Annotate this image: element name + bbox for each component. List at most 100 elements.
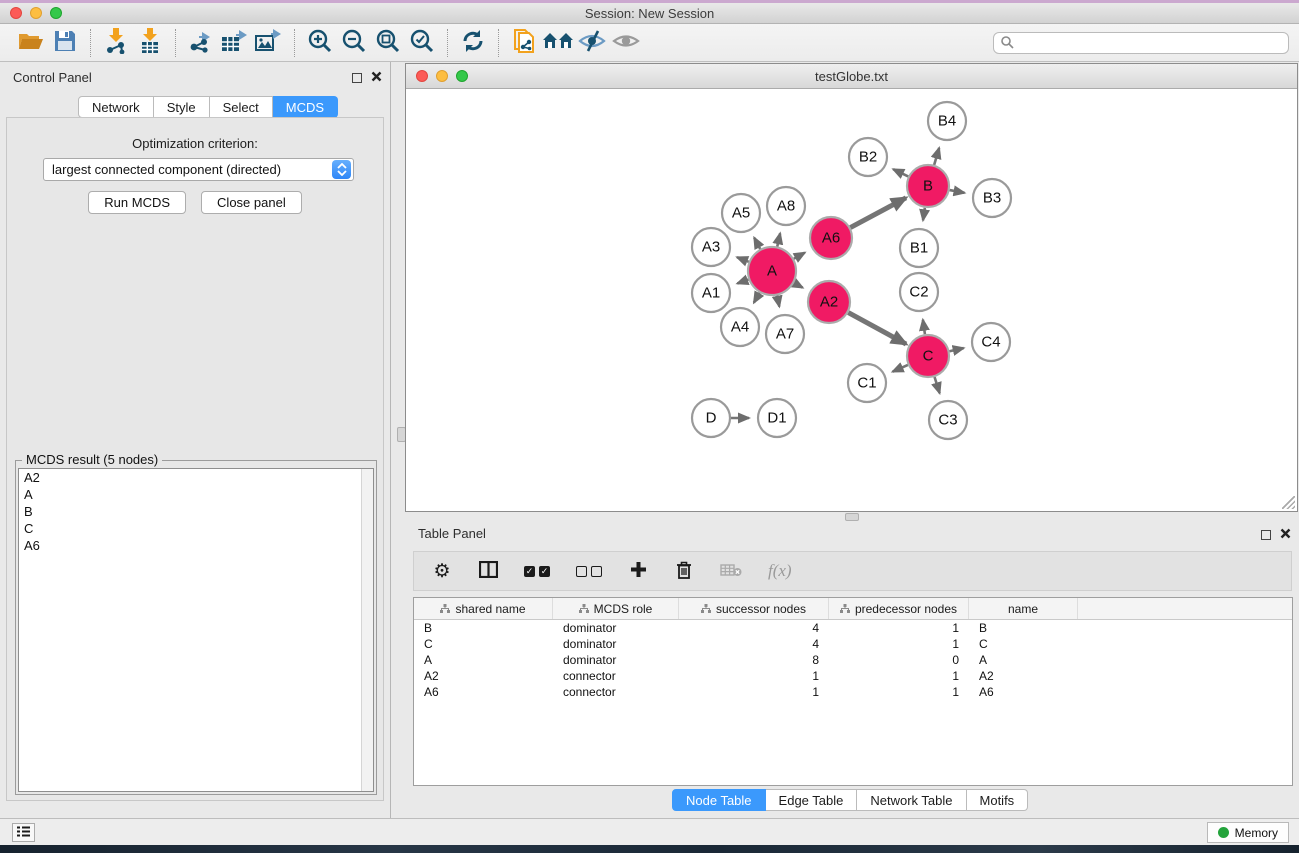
tab-select[interactable]: Select <box>210 96 273 118</box>
graph-node-B1[interactable]: B1 <box>900 229 938 267</box>
table-cell[interactable]: A6 <box>414 685 553 699</box>
table-cell[interactable]: 4 <box>679 637 829 651</box>
graph-edge-A6-B[interactable] <box>850 198 906 228</box>
tab-network[interactable]: Network <box>78 96 154 118</box>
task-history-button[interactable] <box>12 823 35 842</box>
import-table-button[interactable] <box>133 28 167 58</box>
delete-column-button[interactable] <box>674 561 694 582</box>
table-cell[interactable]: 1 <box>829 621 969 635</box>
graph-edge-A2-C[interactable] <box>848 313 906 344</box>
mcds-result-item[interactable]: A6 <box>19 537 373 554</box>
open-session-button[interactable] <box>14 28 48 58</box>
criterion-dropdown[interactable]: largest connected component (directed) <box>43 158 354 181</box>
table-cell[interactable]: connector <box>553 685 679 699</box>
table-cell[interactable]: A <box>414 653 553 667</box>
delete-table-button[interactable] <box>720 563 742 580</box>
refresh-button[interactable] <box>456 28 490 58</box>
column-header-successor-nodes[interactable]: successor nodes <box>679 598 829 619</box>
run-mcds-button[interactable]: Run MCDS <box>88 191 186 214</box>
zoom-window-button[interactable] <box>50 7 62 19</box>
graph-node-D1[interactable]: D1 <box>758 399 796 437</box>
result-list-scrollbar[interactable] <box>361 469 373 791</box>
graph-edge-A-A5[interactable] <box>754 238 760 249</box>
horizontal-splitter-handle[interactable] <box>845 513 859 521</box>
show-columns-button[interactable] <box>478 561 498 581</box>
hide-selected-button[interactable] <box>575 28 609 58</box>
graph-node-C[interactable]: C <box>907 335 949 377</box>
close-panel-icon[interactable] <box>371 70 382 85</box>
tab-edge-table[interactable]: Edge Table <box>766 789 858 811</box>
float-table-panel-icon[interactable] <box>1261 530 1271 540</box>
graph-node-A4[interactable]: A4 <box>721 308 759 346</box>
graph-edge-B-B1[interactable] <box>923 208 925 221</box>
graph-edge-B-B2[interactable] <box>893 169 908 176</box>
search-field[interactable] <box>993 32 1289 54</box>
graph-edge-A-A3[interactable] <box>737 257 749 262</box>
graph-node-A1[interactable]: A1 <box>692 274 730 312</box>
search-input[interactable] <box>1014 36 1282 50</box>
column-header-shared-name[interactable]: shared name <box>414 598 553 619</box>
graph-node-A3[interactable]: A3 <box>692 228 730 266</box>
graph-node-C4[interactable]: C4 <box>972 323 1010 361</box>
graph-node-A7[interactable]: A7 <box>766 315 804 353</box>
table-cell[interactable]: dominator <box>553 653 679 667</box>
mcds-result-list[interactable]: A2ABCA6 <box>18 468 374 792</box>
graph-edge-B-B3[interactable] <box>950 190 965 193</box>
export-image-button[interactable] <box>252 28 286 58</box>
close-window-button[interactable] <box>10 7 22 19</box>
table-cell[interactable]: 4 <box>679 621 829 635</box>
tab-node-table[interactable]: Node Table <box>672 789 766 811</box>
graph-edge-A-A2[interactable] <box>794 283 803 288</box>
float-panel-icon[interactable] <box>352 73 362 83</box>
graph-node-B3[interactable]: B3 <box>973 179 1011 217</box>
mcds-result-item[interactable]: A <box>19 486 373 503</box>
table-row[interactable]: Adominator80A <box>414 652 1292 668</box>
graph-node-A[interactable]: A <box>748 247 796 295</box>
zoom-in-button[interactable] <box>303 28 337 58</box>
window-resize-grip[interactable] <box>1282 496 1295 509</box>
tab-motifs[interactable]: Motifs <box>967 789 1029 811</box>
table-cell[interactable]: connector <box>553 669 679 683</box>
table-cell[interactable]: 8 <box>679 653 829 667</box>
memory-button[interactable]: Memory <box>1207 822 1289 843</box>
import-network-button[interactable] <box>99 28 133 58</box>
zoom-fit-button[interactable] <box>371 28 405 58</box>
column-header-name[interactable]: name <box>969 598 1078 619</box>
create-column-button[interactable] <box>628 561 648 581</box>
network-canvas[interactable]: B4B2BB3A8A5A6A3B1AA1C2A2A4A7C4CC1C3DD1 <box>406 89 1297 511</box>
graph-edge-C-C2[interactable] <box>923 320 925 334</box>
save-session-button[interactable] <box>48 28 82 58</box>
window-titlebar[interactable]: Session: New Session <box>0 3 1299 24</box>
graph-node-C3[interactable]: C3 <box>929 401 967 439</box>
table-row[interactable]: A6connector11A6 <box>414 684 1292 700</box>
table-cell[interactable]: C <box>969 637 1078 651</box>
mcds-result-item[interactable]: B <box>19 503 373 520</box>
table-cell[interactable]: A6 <box>969 685 1078 699</box>
show-all-button[interactable] <box>609 28 643 58</box>
close-table-panel-icon[interactable] <box>1280 527 1291 542</box>
network-window-titlebar[interactable]: testGlobe.txt <box>406 64 1297 89</box>
export-table-button[interactable] <box>218 28 252 58</box>
zoom-out-button[interactable] <box>337 28 371 58</box>
table-row[interactable]: Cdominator41C <box>414 636 1292 652</box>
table-cell[interactable]: 1 <box>829 685 969 699</box>
select-all-columns-button[interactable]: ✓✓ <box>524 566 550 577</box>
table-cell[interactable]: B <box>414 621 553 635</box>
network-zoom-button[interactable] <box>456 70 468 82</box>
mcds-result-item[interactable]: C <box>19 520 373 537</box>
tab-network-table[interactable]: Network Table <box>857 789 966 811</box>
graph-edge-C-C3[interactable] <box>935 377 940 393</box>
table-cell[interactable]: C <box>414 637 553 651</box>
duplicate-network-button[interactable] <box>507 28 541 58</box>
graph-node-B4[interactable]: B4 <box>928 102 966 140</box>
graph-node-B[interactable]: B <box>907 165 949 207</box>
graph-node-D[interactable]: D <box>692 399 730 437</box>
export-network-button[interactable] <box>184 28 218 58</box>
close-panel-button[interactable]: Close panel <box>201 191 302 214</box>
graph-node-A2[interactable]: A2 <box>808 281 850 323</box>
graph-edge-A-A4[interactable] <box>754 293 760 303</box>
graph-node-A6[interactable]: A6 <box>810 217 852 259</box>
graph-edge-C-C1[interactable] <box>893 365 908 372</box>
table-cell[interactable]: 0 <box>829 653 969 667</box>
table-cell[interactable]: 1 <box>829 637 969 651</box>
